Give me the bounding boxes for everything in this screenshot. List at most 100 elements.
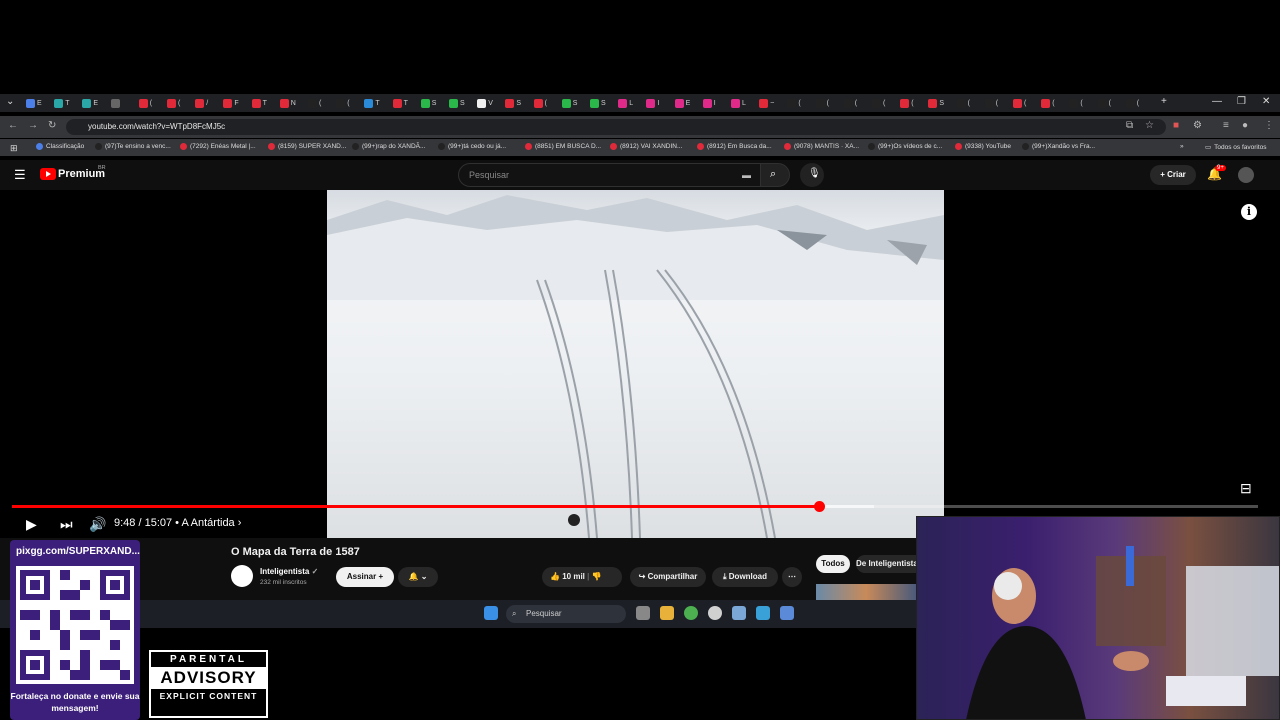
browser-tab[interactable]: V: [477, 97, 499, 109]
task-view-icon[interactable]: [636, 606, 650, 620]
download-button[interactable]: ⤓ Download: [712, 567, 778, 587]
media-icon[interactable]: ≡: [1223, 120, 1229, 131]
browser-tab[interactable]: (: [1125, 97, 1148, 109]
browser-tab[interactable]: (: [336, 97, 358, 109]
like-button[interactable]: 👍 10 mil | 👎: [542, 567, 622, 587]
bookmark-item[interactable]: (8851) EM BUSCA D...: [525, 143, 601, 150]
browser-tab[interactable]: T: [251, 97, 274, 109]
progress-bar[interactable]: [12, 501, 1258, 512]
browser-tab[interactable]: S: [561, 97, 584, 109]
youtube-logo-icon[interactable]: [40, 168, 56, 180]
minimize-button[interactable]: —: [1212, 96, 1222, 107]
chip-all[interactable]: Todos: [816, 555, 850, 573]
bookmark-item[interactable]: (9078) MANTIS · XA...: [784, 143, 859, 150]
app-icon[interactable]: [708, 606, 722, 620]
notification-bell-button[interactable]: 🔔 ⌄: [398, 567, 438, 587]
browser-tab[interactable]: S: [928, 97, 950, 109]
video-player[interactable]: i ⊟ ▶ ⏭ 🔊 9:48 / 15:07 • A Antártida ›: [0, 190, 1280, 538]
browser-tab[interactable]: (: [872, 97, 894, 109]
browser-tab[interactable]: (: [1097, 97, 1120, 109]
apps-icon[interactable]: ⊞: [10, 143, 18, 154]
bookmark-item[interactable]: (8159) SUPER XAND...: [268, 143, 346, 150]
browser-tab[interactable]: [110, 97, 133, 109]
browser-tab[interactable]: T: [364, 97, 386, 109]
forward-icon[interactable]: →: [28, 120, 38, 131]
bookmark-item[interactable]: (99+)rap do XANDÃ...: [352, 143, 425, 150]
channel-name[interactable]: Inteligentista ✓: [260, 567, 318, 576]
browser-tab[interactable]: S: [449, 97, 471, 109]
keyboard-icon[interactable]: ▬: [742, 164, 751, 186]
bookmark-item[interactable]: (7292) Enéas Metal |...: [180, 143, 256, 150]
browser-tab[interactable]: I: [646, 97, 668, 109]
subscribe-button[interactable]: Assinar +: [336, 567, 394, 587]
browser-tab[interactable]: L: [618, 97, 640, 109]
chrome-icon[interactable]: [684, 606, 698, 620]
browser-tab[interactable]: I: [702, 97, 725, 109]
info-icon[interactable]: i: [1241, 204, 1257, 220]
browser-tab[interactable]: (: [308, 97, 330, 109]
photos-icon[interactable]: [756, 606, 770, 620]
bookmark-item[interactable]: (99+)tá cedo ou já...: [438, 143, 506, 150]
all-bookmarks[interactable]: ▭ Todos os favoritos: [1205, 143, 1267, 152]
maximize-button[interactable]: ❐: [1237, 96, 1246, 107]
browser-tab[interactable]: (: [787, 97, 809, 109]
browser-tab[interactable]: (: [900, 97, 922, 109]
browser-tab[interactable]: /: [195, 97, 217, 109]
avatar[interactable]: [1238, 167, 1254, 183]
browser-tab[interactable]: (: [138, 97, 161, 109]
miniplayer-icon[interactable]: ⊟: [1240, 480, 1252, 497]
bookmark-item[interactable]: (97)Te ensino a venc...: [95, 143, 171, 150]
browser-tab[interactable]: (: [167, 97, 189, 109]
volume-icon[interactable]: 🔊: [89, 516, 106, 533]
puzzle-icon[interactable]: ⚙: [1193, 120, 1202, 131]
search-input[interactable]: Pesquisar ▬: [458, 163, 764, 187]
menu-icon[interactable]: ⋮: [1264, 120, 1274, 131]
browser-tab[interactable]: (: [533, 97, 556, 109]
browser-tab[interactable]: E: [674, 97, 697, 109]
browser-tab[interactable]: N: [279, 97, 302, 109]
browser-tab[interactable]: (: [1013, 97, 1035, 109]
browser-tab[interactable]: (: [843, 97, 866, 109]
bookmark-item[interactable]: (8912) Em Busca da...: [697, 143, 772, 150]
recommended-thumbnail[interactable]: [816, 584, 916, 600]
browser-tab[interactable]: F: [223, 97, 245, 109]
bookmark-item[interactable]: (9338) YouTube: [955, 143, 1011, 150]
bookmark-item[interactable]: (99+)Os vídeos de c...: [868, 143, 942, 150]
share-button[interactable]: ↪ Compartilhar: [630, 567, 706, 587]
browser-tab[interactable]: L: [731, 97, 753, 109]
bookmark-item[interactable]: (99+)Xandão vs Fra...: [1022, 143, 1095, 150]
browser-tab[interactable]: (: [1069, 97, 1091, 109]
back-icon[interactable]: ←: [8, 120, 18, 131]
browser-tab[interactable]: ~: [759, 97, 781, 109]
chapter-label[interactable]: • A Antártida ›: [175, 517, 241, 529]
browser-tab[interactable]: (: [1041, 97, 1063, 109]
install-icon[interactable]: ⧉: [1126, 120, 1133, 131]
windows-start-icon[interactable]: [484, 606, 498, 620]
browser-tab[interactable]: (: [956, 97, 979, 109]
file-explorer-icon[interactable]: [660, 606, 674, 620]
next-icon[interactable]: ⏭: [60, 516, 73, 533]
browser-tab[interactable]: (: [815, 97, 838, 109]
browser-tab[interactable]: T: [54, 97, 76, 109]
address-bar[interactable]: youtube.com/watch?v=WTpD8FcMJ5c: [66, 119, 1166, 135]
bookmark-item[interactable]: (8912) VAI XANDIN...: [610, 143, 682, 150]
browser-tab[interactable]: E: [82, 97, 104, 109]
channel-avatar[interactable]: [231, 565, 253, 587]
steam-icon[interactable]: [780, 606, 794, 620]
browser-tab[interactable]: T: [392, 97, 415, 109]
create-button[interactable]: + Criar: [1150, 165, 1196, 185]
play-icon[interactable]: ▶: [26, 516, 37, 533]
search-button[interactable]: ⌕: [760, 163, 790, 187]
tab-search-icon[interactable]: ⌄: [6, 96, 14, 107]
profile-icon[interactable]: ●: [1242, 120, 1248, 131]
more-bookmarks-icon[interactable]: »: [1180, 143, 1184, 150]
more-actions-button[interactable]: ⋯: [782, 567, 802, 587]
browser-tab[interactable]: S: [420, 97, 443, 109]
video-frame[interactable]: [327, 190, 944, 538]
close-window-button[interactable]: ✕: [1262, 96, 1270, 107]
browser-tab[interactable]: E: [26, 97, 48, 109]
settings-icon[interactable]: [732, 606, 746, 620]
browser-tab[interactable]: S: [505, 97, 527, 109]
mic-button[interactable]: 🎙: [800, 163, 824, 187]
extension-icon[interactable]: ■: [1173, 120, 1179, 131]
